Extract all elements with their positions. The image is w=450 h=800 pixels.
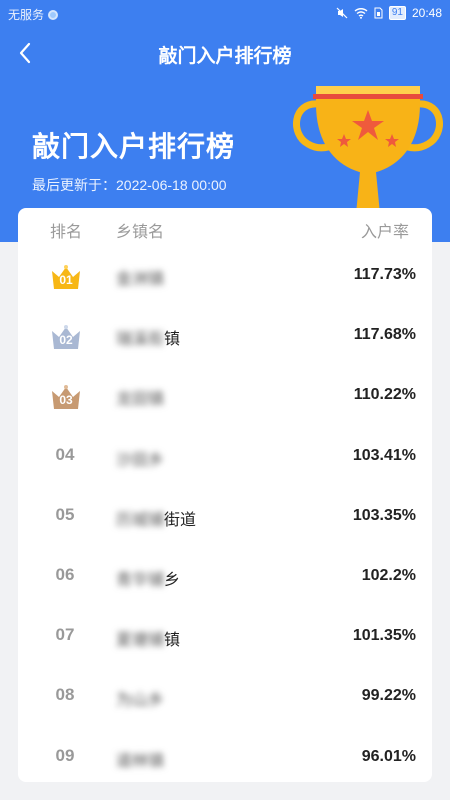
column-rank: 排名 [50, 224, 83, 241]
battery-indicator: 91 [388, 6, 406, 20]
table-header: 排名 乡镇名 入户率 [18, 208, 432, 246]
table-row: 04 沙田乡 103.41% [18, 427, 432, 487]
carrier-status: 无服务 [8, 6, 59, 23]
table-row: 03 龙田镇 110.22% [18, 366, 432, 426]
table-row: 05 历城铺 街道 103.35% [18, 487, 432, 547]
rank-number: 03 [59, 393, 73, 408]
status-bar: 无服务 91 20:48 [0, 0, 450, 28]
table-row: 07 夏塘铺镇 101.35% [18, 607, 432, 667]
rank-number: 07 [55, 625, 75, 645]
carrier-label: 无服务 [8, 8, 45, 22]
table-row: 09 道林镇 96.01% [18, 728, 432, 783]
rate-value: 110.22% [353, 386, 416, 404]
page-title: 敲门入户排行榜 [158, 46, 292, 67]
rate-value: 117.68% [353, 326, 416, 344]
notification-dot-icon [48, 9, 59, 20]
rank-number: 05 [55, 504, 75, 524]
rate-value: 99.22% [361, 687, 416, 705]
column-rate: 入户率 [360, 224, 409, 241]
mute-icon [336, 7, 348, 19]
rate-value: 96.01% [361, 747, 416, 765]
town-name: 道林镇 [116, 752, 165, 770]
last-updated: 最后更新于：2022-06-18 00:00 [32, 177, 227, 193]
system-icons: 91 20:48 [336, 6, 442, 20]
town-name: 龙田镇 [116, 391, 165, 409]
town-name: 为山乡 [116, 692, 165, 710]
column-town: 乡镇名 [116, 224, 165, 241]
rank-number: 06 [55, 564, 75, 584]
gold-crown-icon: 01 [50, 263, 82, 291]
trophy-icon [293, 86, 443, 214]
rate-value: 101.35% [352, 627, 416, 645]
rank-number: 08 [55, 685, 75, 705]
hero-title: 敲门入户排行榜 [32, 131, 236, 162]
rate-value: 117.73% [353, 266, 416, 283]
town-name: 瑞溪街镇 [116, 331, 181, 349]
rate-value: 102.2% [361, 566, 416, 584]
town-name: 沙田乡 [116, 451, 165, 469]
navigation-bar: 敲门入户排行榜 [0, 36, 450, 72]
clock: 20:48 [411, 6, 442, 20]
table-row: 06 青华铺乡 102.2% [18, 547, 432, 607]
town-name: 青华铺乡 [116, 571, 181, 589]
bronze-crown-icon: 03 [50, 383, 82, 411]
rank-number: 02 [59, 333, 73, 348]
sim-icon [374, 7, 383, 19]
rate-value: 103.35% [352, 506, 416, 524]
table-row: 01 金洲镇 117.73% [18, 246, 432, 306]
wifi-icon [354, 8, 368, 19]
silver-crown-icon: 02 [50, 323, 82, 351]
rate-value: 103.41% [352, 446, 416, 464]
town-name: 金洲镇 [116, 271, 165, 288]
rank-number: 04 [55, 444, 75, 464]
town-name: 历城铺 街道 [116, 511, 197, 529]
town-name: 夏塘铺镇 [116, 632, 181, 650]
rank-number: 01 [59, 273, 73, 287]
ranking-card: 排名 乡镇名 入户率 01 金洲镇 117.73% 02 瑞溪街镇 117.68… [18, 208, 432, 782]
table-row: 08 为山乡 99.22% [18, 667, 432, 727]
table-row: 02 瑞溪街镇 117.68% [18, 306, 432, 366]
rank-number: 09 [55, 745, 75, 765]
